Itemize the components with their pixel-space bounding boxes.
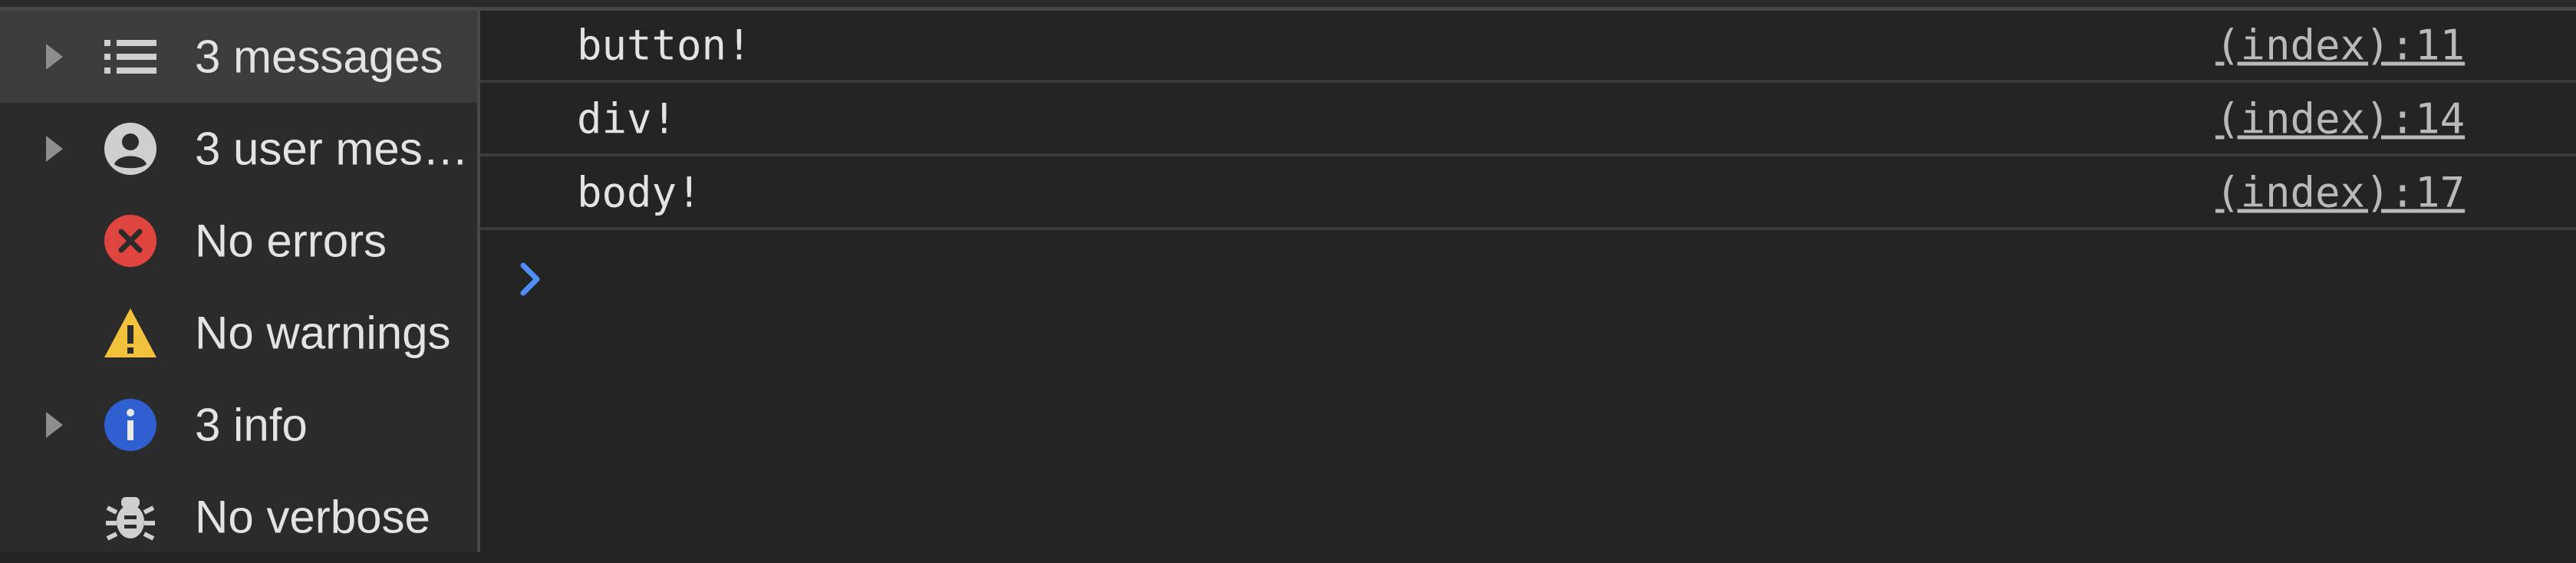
top-divider <box>0 0 2576 11</box>
sidebar-item-errors[interactable]: No errors <box>0 195 477 287</box>
expand-arrow-icon[interactable] <box>46 412 63 438</box>
console-input[interactable] <box>565 249 2485 311</box>
sidebar-item-label: 3 messages <box>195 31 443 83</box>
source-link[interactable]: (index):17 <box>2215 169 2465 217</box>
console-message-row: body! (index):17 <box>480 158 2576 230</box>
prompt-chevron-icon <box>520 262 540 296</box>
sidebar-item-info[interactable]: 3 info <box>0 379 477 471</box>
console-messages: button! (index):11 div! (index):14 body!… <box>480 11 2576 552</box>
console-message-text: body! <box>577 168 702 217</box>
source-link[interactable]: (index):14 <box>2215 95 2465 143</box>
sidebar-item-verbose[interactable]: No verbose <box>0 471 477 563</box>
sidebar-item-label: No verbose <box>195 491 430 543</box>
console-prompt <box>480 239 2576 324</box>
sidebar-item-label: No errors <box>195 215 387 267</box>
console-message-row: div! (index):14 <box>480 84 2576 156</box>
console-message-row: button! (index):11 <box>480 11 2576 83</box>
expand-arrow-icon[interactable] <box>46 44 63 70</box>
sidebar-item-label: No warnings <box>195 307 451 359</box>
sidebar-item-user-messages[interactable]: 3 user mes… <box>0 103 477 195</box>
expand-arrow-icon[interactable] <box>46 136 63 162</box>
source-link[interactable]: (index):11 <box>2215 21 2465 70</box>
warning-icon <box>104 308 156 357</box>
bug-icon <box>106 497 155 541</box>
sidebar-item-label: 3 user mes… <box>195 123 469 175</box>
sidebar-item-warnings[interactable]: No warnings <box>0 287 477 379</box>
console-message-text: div! <box>577 94 677 143</box>
console-sidebar: 3 messages 3 user mes… No errors No warn… <box>0 11 480 552</box>
sidebar-item-messages[interactable]: 3 messages <box>0 11 477 103</box>
console-message-text: button! <box>577 21 752 70</box>
sidebar-item-label: 3 info <box>195 399 308 451</box>
info-icon <box>104 399 156 451</box>
user-icon <box>104 123 156 175</box>
list-icon <box>104 40 156 74</box>
error-icon <box>104 215 156 267</box>
